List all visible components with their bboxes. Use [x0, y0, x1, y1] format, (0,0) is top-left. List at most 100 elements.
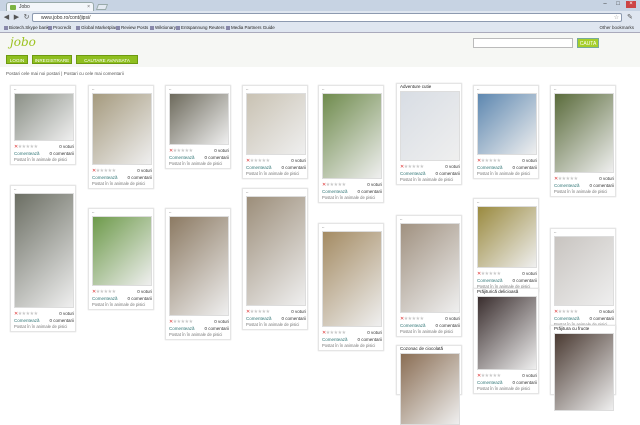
rating-stars-icon[interactable]: ✕★★★★★: [477, 271, 501, 277]
post-title[interactable]: ..: [92, 209, 154, 214]
posted-in[interactable]: Postat în în animale de pisici: [400, 329, 453, 334]
post-image[interactable]: [246, 196, 306, 306]
bookmark-item[interactable]: Global Marketplace: [76, 25, 120, 30]
post-title[interactable]: ..: [554, 229, 616, 234]
comment-link[interactable]: Comentează: [246, 165, 272, 170]
bookmark-item[interactable]: Biotech.Skype bank: [4, 25, 49, 30]
rating-stars-icon[interactable]: ✕★★★★★: [554, 176, 578, 182]
comment-link[interactable]: Comentează: [92, 175, 118, 180]
posted-in[interactable]: Postat în în animale de pisici: [554, 189, 607, 194]
comment-link[interactable]: Comentează: [246, 316, 272, 321]
comment-link[interactable]: Comentează: [554, 183, 580, 188]
minimize-icon[interactable]: –: [600, 1, 610, 8]
post-title[interactable]: ..: [246, 189, 308, 194]
post-image[interactable]: [554, 333, 614, 411]
post-image[interactable]: [554, 236, 614, 306]
rating-stars-icon[interactable]: ✕★★★★★: [400, 316, 424, 322]
post-card[interactable]: Prăjitura cu fructe: [550, 325, 616, 411]
search-input[interactable]: [473, 38, 573, 48]
post-image[interactable]: [477, 296, 537, 370]
bookmark-item[interactable]: Review Posts: [116, 25, 148, 30]
post-card[interactable]: ..✕★★★★★0 voturiComentează0 comentariiPo…: [473, 198, 539, 292]
comment-link[interactable]: Comentează: [554, 316, 580, 321]
post-title[interactable]: Adventure cutie: [400, 84, 462, 89]
comment-link[interactable]: Comentează: [14, 151, 40, 156]
post-image[interactable]: [169, 216, 229, 316]
comment-link[interactable]: Comentează: [14, 318, 40, 323]
post-image[interactable]: [554, 93, 614, 173]
new-tab-button[interactable]: [95, 4, 109, 10]
comment-link[interactable]: Comentează: [400, 171, 426, 176]
posted-in[interactable]: Postat în în animale de pisici: [14, 157, 67, 162]
post-title[interactable]: ..: [92, 86, 154, 91]
bookmark-star-icon[interactable]: ☆: [614, 14, 619, 21]
posted-in[interactable]: Postat în în animale de pisici: [169, 332, 222, 337]
post-title[interactable]: Prăjitura cu fructe: [554, 326, 616, 331]
post-card[interactable]: ..✕★★★★★0 voturiComentează0 comentariiPo…: [88, 208, 154, 310]
post-title[interactable]: ..: [477, 199, 539, 204]
close-window-icon[interactable]: ×: [626, 1, 636, 8]
rating-stars-icon[interactable]: ✕★★★★★: [169, 319, 193, 325]
rating-stars-icon[interactable]: ✕★★★★★: [246, 309, 270, 315]
posted-in[interactable]: Postat în în animale de pisici: [14, 324, 67, 329]
rating-stars-icon[interactable]: ✕★★★★★: [322, 182, 346, 188]
search-button[interactable]: CAUTA: [577, 38, 599, 48]
back-icon[interactable]: ◀: [2, 13, 11, 22]
post-title[interactable]: ..: [554, 86, 616, 91]
post-image[interactable]: [322, 93, 382, 179]
post-card[interactable]: ..✕★★★★★0 voturiComentează0 comentariiPo…: [550, 228, 616, 330]
post-title[interactable]: ..: [322, 86, 384, 91]
rating-stars-icon[interactable]: ✕★★★★★: [322, 330, 346, 336]
post-image[interactable]: [400, 91, 460, 161]
address-bar[interactable]: www.jobo.ro/cont/jipsi/ ☆: [32, 13, 622, 22]
post-image[interactable]: [246, 93, 306, 155]
post-title[interactable]: ..: [169, 209, 231, 214]
comment-link[interactable]: Comentează: [400, 323, 426, 328]
post-image[interactable]: [92, 93, 152, 165]
post-card[interactable]: ..✕★★★★★0 voturiComentează0 comentariiPo…: [396, 215, 462, 337]
post-title[interactable]: ..: [400, 216, 462, 221]
posted-in[interactable]: Postat în în animale de pisici: [400, 177, 453, 182]
post-image[interactable]: [400, 223, 460, 313]
comment-link[interactable]: Comentează: [92, 296, 118, 301]
rating-stars-icon[interactable]: ✕★★★★★: [477, 158, 501, 164]
close-tab-icon[interactable]: ×: [87, 4, 90, 10]
post-title[interactable]: ..: [477, 86, 539, 91]
post-card[interactable]: ..✕★★★★★0 voturiComentează0 comentariiPo…: [88, 85, 154, 189]
comment-link[interactable]: Comentează: [477, 380, 503, 385]
comment-link[interactable]: Comentează: [322, 337, 348, 342]
posted-in[interactable]: Postat în în animale de pisici: [92, 181, 145, 186]
comment-link[interactable]: Comentează: [322, 189, 348, 194]
bookmark-item[interactable]: Entspannung Reuters: [176, 25, 225, 30]
login-button[interactable]: LOGIN: [6, 55, 28, 64]
comment-link[interactable]: Comentează: [477, 165, 503, 170]
rating-stars-icon[interactable]: ✕★★★★★: [554, 309, 578, 315]
post-title[interactable]: ..: [169, 86, 231, 91]
comment-link[interactable]: Comentează: [169, 326, 195, 331]
posted-in[interactable]: Postat în în animale de pisici: [322, 195, 375, 200]
rating-stars-icon[interactable]: ✕★★★★★: [169, 148, 193, 154]
post-title[interactable]: Cozonac de ciocolată: [400, 346, 462, 351]
posted-in[interactable]: Postat în în animale de pisici: [246, 322, 299, 327]
post-image[interactable]: [169, 93, 229, 145]
bookmark-item[interactable]: Procredit: [48, 25, 71, 30]
post-image[interactable]: [400, 353, 460, 425]
post-title[interactable]: Prăjiturică delicioasă: [477, 289, 539, 294]
sort-links[interactable]: Postari cele mai noi postari | Postari c…: [6, 71, 124, 76]
post-title[interactable]: ..: [246, 86, 308, 91]
browser-tab[interactable]: Jobo ×: [6, 2, 94, 11]
post-title[interactable]: ..: [14, 186, 76, 191]
advanced-search-button[interactable]: CAUTARE AVANSATA: [76, 55, 138, 64]
site-logo[interactable]: jobo: [10, 35, 36, 49]
posted-in[interactable]: Postat în în animale de pisici: [477, 171, 530, 176]
rating-stars-icon[interactable]: ✕★★★★★: [477, 373, 501, 379]
post-card[interactable]: ..✕★★★★★0 voturiComentează0 comentariiPo…: [318, 85, 384, 203]
post-title[interactable]: ..: [322, 224, 384, 229]
post-card[interactable]: Adventure cutie ✕★★★★★ 0 voturi Comentează 0…: [396, 83, 462, 185]
posted-in[interactable]: Postat în în animale de pisici: [477, 386, 530, 391]
post-card[interactable]: ..✕★★★★★0 voturiComentează0 comentariiPo…: [10, 85, 76, 165]
post-image[interactable]: [14, 193, 74, 308]
post-card[interactable]: ..✕★★★★★0 voturiComentează0 comentariiPo…: [165, 208, 231, 340]
comment-link[interactable]: Comentează: [169, 155, 195, 160]
post-card[interactable]: ..✕★★★★★0 voturiComentează0 comentariiPo…: [10, 185, 76, 332]
